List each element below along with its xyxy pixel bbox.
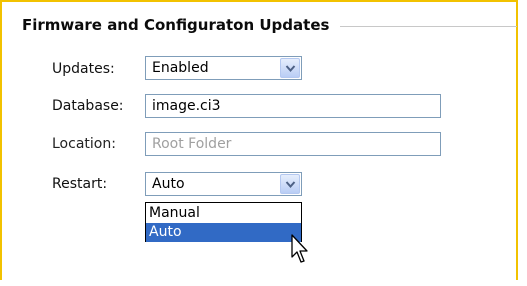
database-field[interactable]: image.ci3 <box>145 94 441 118</box>
location-label: Location: <box>52 136 116 152</box>
restart-dropdown-list: Manual Auto <box>145 202 302 242</box>
restart-dropdown-button[interactable] <box>280 174 300 194</box>
restart-select[interactable]: Auto <box>145 172 302 196</box>
location-field-placeholder: Root Folder <box>152 136 232 152</box>
mouse-pointer-icon <box>291 234 308 263</box>
updates-label: Updates: <box>52 61 115 77</box>
updates-select[interactable]: Enabled <box>145 56 302 80</box>
restart-label: Restart: <box>52 176 108 192</box>
restart-select-value: Auto <box>152 176 185 192</box>
restart-option-auto[interactable]: Auto <box>146 223 301 242</box>
updates-dropdown-button[interactable] <box>280 58 300 78</box>
group-divider <box>340 26 517 27</box>
chevron-down-icon <box>285 181 296 189</box>
location-field[interactable]: Root Folder <box>145 132 441 156</box>
database-label: Database: <box>52 98 124 114</box>
group-title: Firmware and Configuraton Updates <box>22 16 340 34</box>
chevron-down-icon <box>285 65 296 73</box>
updates-select-value: Enabled <box>152 60 209 76</box>
database-field-value: image.ci3 <box>152 98 221 114</box>
restart-option-manual[interactable]: Manual <box>146 204 301 223</box>
